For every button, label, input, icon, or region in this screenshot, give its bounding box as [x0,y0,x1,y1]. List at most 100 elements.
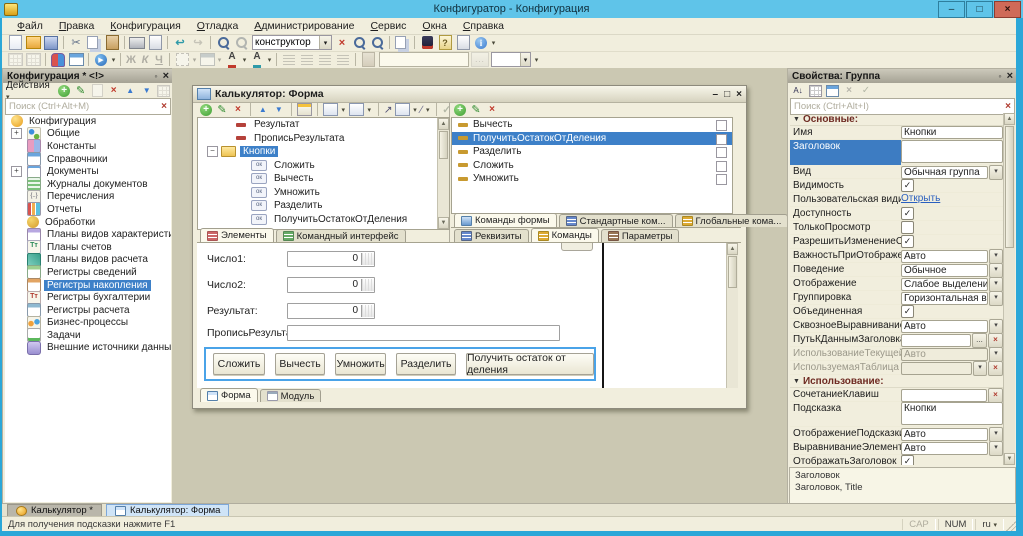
menu-item-2[interactable]: Правка [52,19,101,33]
property-row[interactable]: ПодсказкаКнопки [790,402,1004,427]
tab-elements-2[interactable]: Командный интерфейс [276,229,406,242]
minimize-button[interactable]: – [938,1,965,18]
size-combo[interactable]: ▾ [491,52,531,67]
command-delete-icon[interactable]: × [485,103,499,116]
properties-close-icon[interactable]: × [1007,70,1013,82]
property-row[interactable]: ОтображатьЗаголовок✓ [790,455,1004,465]
element-move-up-icon[interactable]: ▲ [256,103,270,116]
syntax-help-icon[interactable]: ? [439,35,452,50]
dropdown-icon[interactable]: ▾ [989,165,1003,180]
property-section-header[interactable]: ▼Использование: [790,375,1004,388]
tree-item[interactable]: Обработки [5,216,171,229]
tab-commands-3[interactable]: Глобальные кома... [675,214,789,227]
menu-item-5[interactable]: Администрирование [247,19,361,33]
align-left-icon[interactable] [283,55,295,65]
close-button[interactable]: × [994,1,1021,18]
tab-panel-1[interactable]: Реквизиты [454,229,529,242]
save-icon[interactable] [44,36,58,50]
command-item[interactable]: ПолучитьОстатокОтДеления [452,132,732,146]
buttons-group-selection[interactable]: СложитьВычестьУмножитьРазделитьПолучить … [204,347,596,381]
command-checkbox[interactable] [716,134,727,145]
menu-item-3[interactable]: Конфигурация [103,19,187,33]
tree-item[interactable]: Планы счетов [5,241,171,254]
field-input[interactable]: 0 [287,303,375,319]
actions-menu-button[interactable]: Действия ▾ [6,80,54,102]
align-center-icon[interactable] [301,55,313,65]
command-item[interactable]: Умножить [452,172,732,186]
form-minimize-icon[interactable]: – [713,89,719,100]
property-input[interactable] [901,140,1003,163]
form-element-item[interactable]: окРазделить [198,199,449,213]
property-link[interactable]: Открыть [901,193,940,204]
form-button[interactable]: Сложить [213,353,265,375]
grid-icon[interactable] [8,53,23,66]
clear-icon[interactable]: × [988,333,1003,348]
tree-item[interactable]: Планы видов характеристик [5,228,171,241]
cut-icon[interactable]: ✂ [68,35,84,50]
property-input[interactable]: Авто [901,348,988,361]
tab-commands-1[interactable]: Команды формы [454,213,557,227]
property-input[interactable]: Авто [901,250,988,263]
elements-scrollbar[interactable]: ▲ ▼ [437,118,449,229]
tree-item[interactable]: Регистры расчета [5,304,171,317]
property-input[interactable]: Авто [901,428,988,441]
property-input[interactable]: Обычная группа [901,166,988,179]
dropdown-icon[interactable]: ▾ [989,319,1003,334]
collapse-icon[interactable]: − [207,146,218,157]
property-row[interactable]: ТолькоПросмотр [790,221,1004,235]
property-row[interactable]: Объединенная✓ [790,305,1004,319]
info-icon[interactable]: i [475,37,487,49]
format-painter-icon[interactable] [362,52,375,67]
property-checkbox[interactable]: ✓ [901,305,914,318]
form-settings-icon[interactable] [323,103,338,116]
property-row[interactable]: Видимость✓ [790,179,1004,193]
properties-scroll-up-icon[interactable]: ▲ [1004,113,1015,125]
form-element-item[interactable]: Результат [198,118,449,132]
tab-form-2[interactable]: Модуль [260,389,322,402]
italic-icon[interactable]: К [139,52,151,67]
print-preview-icon[interactable] [149,35,162,50]
move-up-icon[interactable]: ▲ [123,84,137,97]
add-icon[interactable]: + [58,85,70,97]
configuration-search-input[interactable] [6,101,158,112]
properties-scroll-down-icon[interactable]: ▼ [1004,453,1015,465]
dropdown-icon[interactable]: ▾ [989,291,1003,306]
form-button[interactable]: Разделить [396,353,456,375]
property-section-header[interactable]: ▼Основные: [790,113,1004,126]
undo-icon[interactable]: ↩ [172,35,188,50]
tab-panel-3[interactable]: Параметры [601,229,680,242]
property-row[interactable]: ИмяКнопки [790,126,1004,140]
dropdown-icon[interactable]: ▾ [989,441,1003,456]
property-input[interactable] [901,362,972,375]
dropdown-icon[interactable]: ▾ [989,347,1003,362]
property-row[interactable]: ВыравниваниеЭлементовИЗагАвто▾ [790,441,1004,455]
size-input[interactable] [492,54,520,65]
tab-panel-2[interactable]: Команды [531,228,599,242]
property-row[interactable]: ПоведениеОбычное▾ [790,263,1004,277]
form-element-item[interactable]: окПолучитьОстатокОтДеления [198,213,449,227]
command-edit-icon[interactable]: ✎ [469,103,483,116]
delete-icon[interactable]: × [107,84,121,97]
properties-scrollbar[interactable]: ▲ ▼ [1003,113,1015,465]
property-row[interactable]: ИспользуемаяТаблица▾× [790,361,1004,375]
documents-icon[interactable] [395,36,406,49]
form-close-icon[interactable]: × [736,89,742,100]
tree-item[interactable]: Регистры сведений [5,266,171,279]
property-row[interactable]: ОтображениеПодсказкиАвто▾ [790,427,1004,441]
form-element-item[interactable]: окВычесть [198,172,449,186]
element-move-down-icon[interactable]: ▼ [272,103,286,116]
tree-item[interactable]: Бизнес-процессы [5,317,171,330]
tree-item[interactable]: Конфигурация [5,115,171,128]
search-combo[interactable]: ▾ [252,35,332,50]
clear-search-icon[interactable]: × [335,35,349,50]
preview-scroll-up-icon[interactable]: ▲ [727,243,738,255]
property-row[interactable]: РазрешитьИзменениеСостава✓ [790,235,1004,249]
dropdown-icon[interactable]: ▾ [989,263,1003,278]
form-element-item[interactable]: ПрописьРезультата [198,132,449,146]
property-checkbox[interactable]: ✓ [901,207,914,220]
menu-item-8[interactable]: Справка [456,19,511,33]
find-icon[interactable] [218,37,229,48]
form-button[interactable]: Умножить [335,353,386,375]
tree-item[interactable]: Внешние источники данных [5,342,171,355]
form-maximize-icon[interactable]: □ [724,89,730,100]
